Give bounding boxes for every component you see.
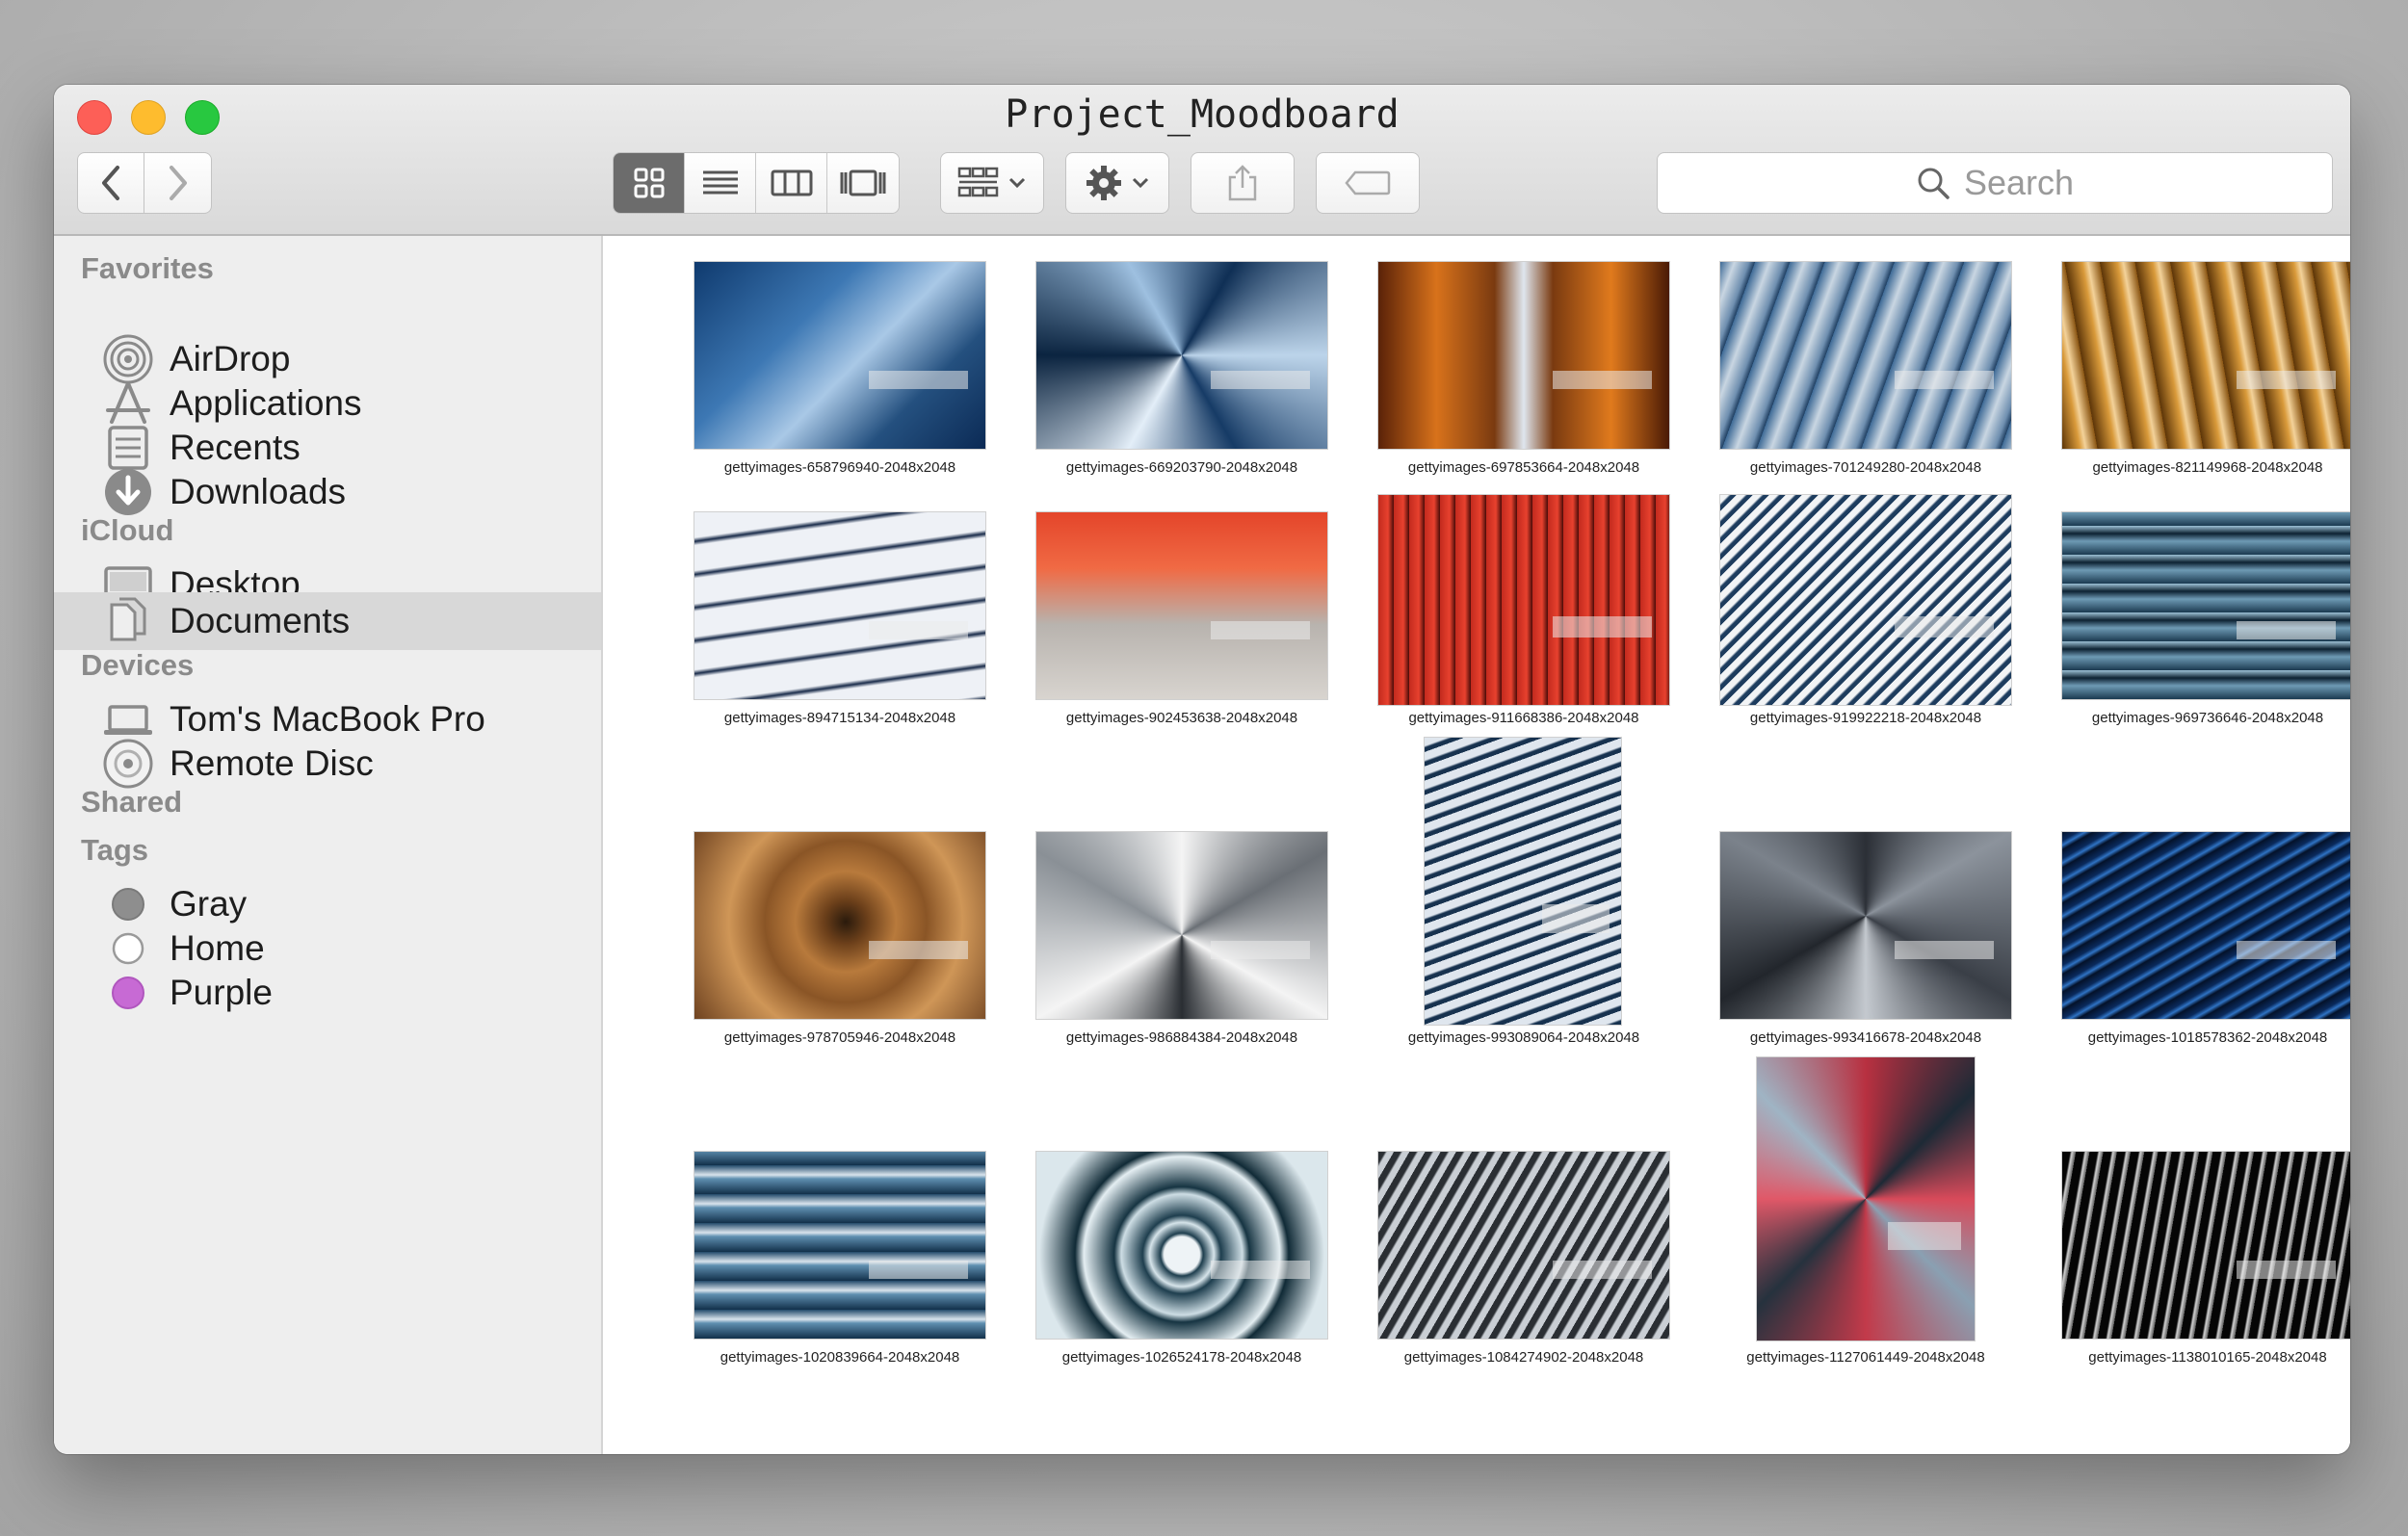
share-button[interactable]	[1191, 152, 1295, 214]
file-name: gettyimages-1026524178-2048x2048	[1061, 1349, 1302, 1366]
file-name: gettyimages-894715134-2048x2048	[723, 710, 956, 726]
documents-icon	[102, 595, 154, 647]
file-name: gettyimages-978705946-2048x2048	[723, 1029, 956, 1046]
tag-dot-icon	[102, 967, 154, 1019]
file-thumbnail	[1377, 494, 1670, 706]
toolbar: Project_Moodboard Search	[54, 85, 2350, 236]
sidebar-item-documents[interactable]: Documents	[54, 592, 601, 650]
window-title: Project_Moodboard	[1005, 92, 1400, 137]
sidebar-item-remote-disc[interactable]: Remote Disc	[54, 735, 601, 793]
tag-icon	[1345, 170, 1391, 195]
gear-icon	[1086, 166, 1121, 200]
action-menu-button[interactable]	[1065, 152, 1169, 214]
sidebar-section-devices: Devices	[81, 648, 195, 682]
file-thumbnail	[1377, 1151, 1670, 1340]
file-thumbnail	[694, 1151, 986, 1340]
gallery-view-button[interactable]	[827, 153, 899, 213]
sidebar: Favorites AirDrop Applications Recents D…	[54, 236, 603, 1454]
file-thumbnail	[1756, 1056, 1976, 1341]
file-name: gettyimages-1018578362-2048x2048	[2087, 1029, 2328, 1046]
finder-window: Project_Moodboard Search Favorites AirDr…	[54, 85, 2350, 1454]
file-thumbnail	[1424, 737, 1622, 1026]
sidebar-item-label: Purple	[170, 973, 273, 1012]
list-view-button[interactable]	[685, 153, 756, 213]
file-name: gettyimages-1138010165-2048x2048	[2088, 1349, 2327, 1366]
sidebar-section-favorites: Favorites	[81, 251, 214, 285]
file-name: gettyimages-1127061449-2048x2048	[1746, 1349, 1985, 1366]
file-thumbnail	[1035, 511, 1328, 700]
sidebar-item-tag-purple[interactable]: Purple	[54, 964, 601, 1022]
sidebar-section-icloud: iCloud	[81, 513, 174, 547]
file-thumbnail	[694, 511, 986, 700]
downloads-icon	[102, 466, 154, 518]
file-thumbnail	[694, 831, 986, 1020]
chevron-down-icon	[1132, 177, 1149, 189]
file-thumbnail	[1719, 494, 2012, 706]
file-name: gettyimages-697853664-2048x2048	[1407, 459, 1640, 476]
column-view-icon	[771, 169, 812, 196]
list-view-icon	[702, 170, 738, 195]
file-name: gettyimages-669203790-2048x2048	[1065, 459, 1298, 476]
sidebar-item-downloads[interactable]: Downloads	[54, 463, 601, 521]
chevron-down-icon	[1008, 177, 1026, 189]
group-grid-icon	[957, 167, 999, 197]
file-thumbnail	[1719, 831, 2012, 1020]
file-name: gettyimages-701249280-2048x2048	[1749, 459, 1982, 476]
sidebar-item-label: Recents	[170, 428, 301, 467]
view-mode-control	[613, 152, 900, 214]
search-icon	[1918, 168, 1950, 199]
forward-button[interactable]	[144, 152, 212, 214]
sidebar-item-label: Downloads	[170, 472, 347, 511]
file-thumbnail	[1035, 831, 1328, 1020]
file-name: gettyimages-1084274902-2048x2048	[1403, 1349, 1644, 1366]
chevron-right-icon	[169, 166, 187, 200]
edit-tags-button[interactable]	[1316, 152, 1420, 214]
file-thumbnail	[694, 261, 986, 450]
file-name: gettyimages-902453638-2048x2048	[1065, 710, 1298, 726]
share-icon	[1228, 165, 1257, 201]
icon-view-button[interactable]	[614, 153, 685, 213]
file-name: gettyimages-986884384-2048x2048	[1065, 1029, 1298, 1046]
file-grid: gettyimages-658796940-2048x2048 gettyima…	[605, 236, 2350, 1454]
file-thumbnail	[1035, 261, 1328, 450]
file-thumbnail	[1035, 1151, 1328, 1340]
file-name: gettyimages-969736646-2048x2048	[2091, 710, 2324, 726]
sidebar-section-tags: Tags	[81, 833, 149, 867]
sidebar-item-label: Remote Disc	[170, 743, 374, 783]
search-placeholder: Search	[1963, 163, 2075, 202]
gallery-view-icon	[840, 169, 886, 196]
file-thumbnail	[2061, 831, 2350, 1020]
column-view-button[interactable]	[756, 153, 827, 213]
file-name: gettyimages-821149968-2048x2048	[2092, 459, 2323, 476]
file-name: gettyimages-1020839664-2048x2048	[720, 1349, 960, 1366]
file-thumbnail	[1377, 261, 1670, 450]
file-name: gettyimages-993089064-2048x2048	[1407, 1029, 1640, 1046]
file-thumbnail	[1719, 261, 2012, 450]
back-button[interactable]	[77, 152, 144, 214]
group-by-button[interactable]	[940, 152, 1044, 214]
file-thumbnail	[2061, 261, 2350, 450]
icon-view-icon	[634, 168, 664, 198]
chevron-left-icon	[102, 166, 119, 200]
sidebar-item-label: Applications	[170, 383, 362, 423]
search-field[interactable]: Search	[1657, 152, 2333, 214]
file-name: gettyimages-658796940-2048x2048	[723, 459, 956, 476]
file-name: gettyimages-911668386-2048x2048	[1408, 710, 1639, 726]
sidebar-item-label: Tom's MacBook Pro	[170, 699, 485, 739]
sidebar-item-label: Home	[170, 928, 265, 968]
sidebar-section-shared: Shared	[81, 785, 183, 819]
sidebar-item-label: Gray	[170, 884, 248, 924]
sidebar-item-label: AirDrop	[170, 339, 291, 378]
file-name: gettyimages-993416678-2048x2048	[1749, 1029, 1982, 1046]
sidebar-item-label: Documents	[170, 601, 351, 640]
file-thumbnail	[2061, 511, 2350, 700]
disc-icon	[102, 738, 154, 790]
file-name: gettyimages-919922218-2048x2048	[1749, 710, 1982, 726]
file-thumbnail	[2061, 1151, 2350, 1340]
